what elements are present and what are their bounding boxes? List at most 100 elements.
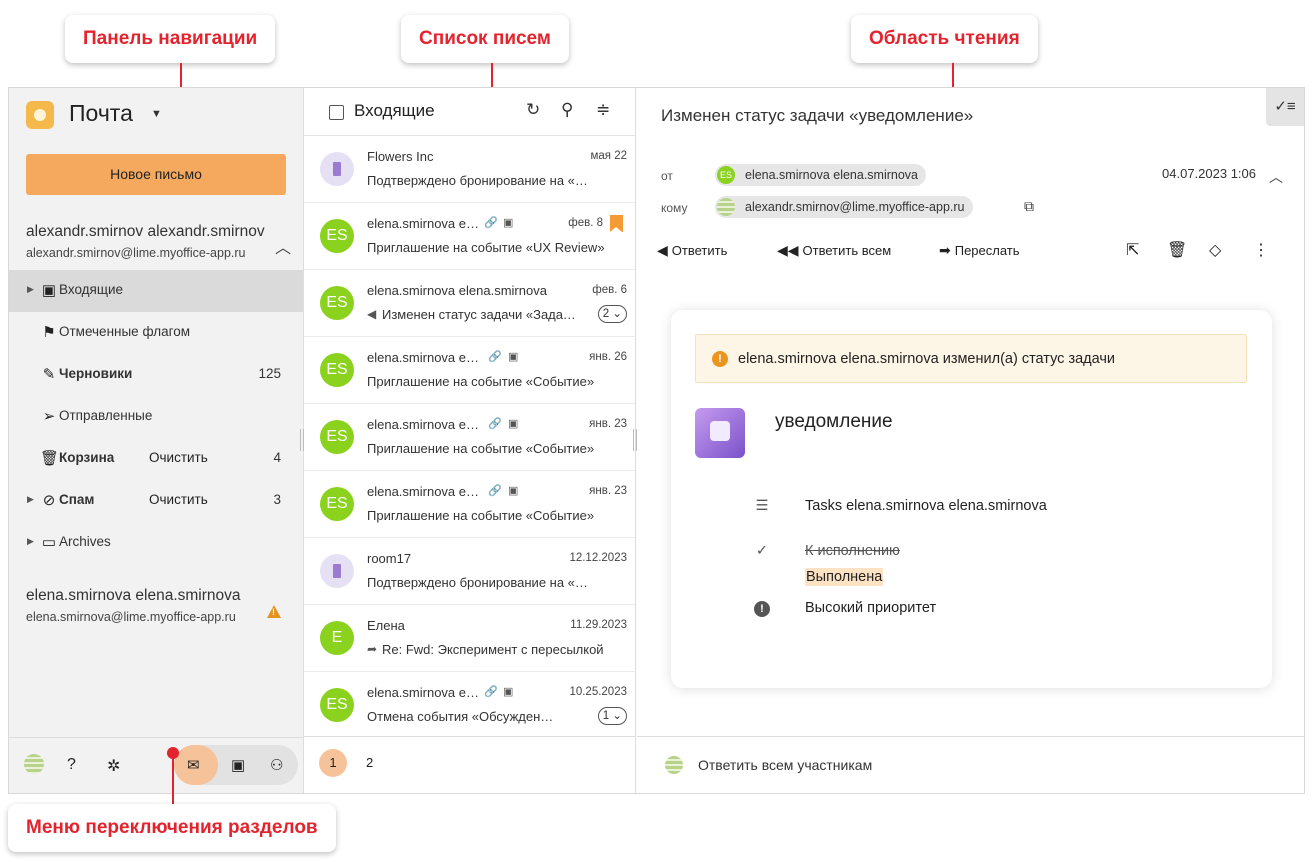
reply-icon: ◀ <box>657 242 668 258</box>
sender-avatar: ES <box>320 353 354 387</box>
to-label: кому <box>661 201 688 215</box>
list-header: Входящие ↻ ⚲ ≑ <box>304 88 635 136</box>
folder-count: 3 <box>273 492 281 507</box>
mail-item[interactable]: room17 12.12.2023 Подтверждено бронирова… <box>304 538 635 605</box>
mail-from: Flowers Inc <box>367 149 434 164</box>
list-title: Входящие <box>354 101 435 120</box>
caret-right-icon[interactable]: ▶ <box>27 284 34 295</box>
page-2-button[interactable]: 2 <box>366 755 373 770</box>
mail-item[interactable]: ES elena.smirnova elena.smirnova 🔗 ▣ янв… <box>304 337 635 404</box>
mail-date: мая 22 <box>590 150 627 162</box>
new-status: Выполнена <box>805 568 884 586</box>
folder-trash[interactable]: 🗑 Корзина Очистить 4 <box>9 438 303 480</box>
section-switcher-menu: ? ✲ ✉ ▣ ⚇ <box>9 737 303 793</box>
contacts-icon[interactable]: ⚇ <box>270 756 283 774</box>
folder-archives[interactable]: ▶ ▭ Archives <box>9 522 303 564</box>
account2-email: elena.smirnova@lime.myoffice-app.ru <box>26 610 236 624</box>
app-title[interactable]: Почта <box>69 100 133 127</box>
check-icon: ✓ <box>755 543 769 559</box>
filter-icon[interactable]: ≑ <box>596 100 610 120</box>
notice-author: elena.smirnova elena.smirnova <box>738 351 939 367</box>
search-icon[interactable]: ⚲ <box>561 100 573 120</box>
folder-inbox[interactable]: ▶ ▣ Входящие <box>9 270 303 312</box>
reply-icon: ◀ <box>367 307 377 321</box>
mail-item[interactable]: ES elena.smirnova elena.smirnova 🔗 ▣ 10.… <box>304 672 635 739</box>
mail-subject: Приглашение на событие «UX Review» <box>367 240 605 255</box>
folder-spam[interactable]: ▶ ⊘ Спам Очистить 3 <box>9 480 303 522</box>
folder-flagged[interactable]: ⚑ Отмеченные флагом <box>9 312 303 354</box>
reply-button[interactable]: ◀ Ответить <box>657 242 727 259</box>
reply-all-participants[interactable]: Ответить всем участникам <box>698 757 872 773</box>
mail-date: 11.29.2023 <box>570 619 627 631</box>
quick-reply-bar[interactable]: Ответить всем участникам <box>637 736 1304 793</box>
mail-item[interactable]: Flowers Inc мая 22 Подтверждено брониров… <box>304 136 635 203</box>
chevron-up-icon[interactable]: ︿ <box>1269 167 1283 187</box>
thread-count[interactable]: 1 ⌄ <box>597 707 627 725</box>
mail-subject: Отмена события «Обсуждение» <box>367 709 557 724</box>
mail-subject: Приглашение на событие «Событие» <box>367 508 595 523</box>
chevron-up-icon[interactable]: ︿ <box>275 234 291 258</box>
attachment-icon: 🔗 <box>488 418 502 430</box>
clear-spam-button[interactable]: Очистить <box>149 492 208 507</box>
task-title[interactable]: уведомление <box>775 411 893 433</box>
avatar[interactable] <box>24 754 44 774</box>
reply-all-button[interactable]: ◀◀ Ответить всем <box>777 242 891 259</box>
calendar-icon: ▣ <box>508 351 519 363</box>
mail-item[interactable]: ES elena.smirnova elena.smirnova 🔗 ▣ янв… <box>304 471 635 538</box>
new-mail-button[interactable]: Новое письмо <box>26 154 286 195</box>
mail-date: фев. 8 <box>568 217 603 229</box>
message-subject: Изменен статус задачи «уведомление» <box>661 106 974 125</box>
sender-chip[interactable]: ES elena.smirnova elena.smirnova <box>715 164 927 186</box>
mail-item[interactable]: ES elena.smirnova elena.smirnova 🔗 ▣ фев… <box>304 203 635 270</box>
folder-count: 4 <box>273 450 281 465</box>
mail-from: elena.smirnova elena.smirnova <box>367 484 479 499</box>
help-icon[interactable]: ? <box>67 756 76 774</box>
recipient-chip[interactable]: alexandr.smirnov@lime.myoffice-app.ru <box>715 196 973 218</box>
more-icon[interactable]: ⋮ <box>1253 240 1269 260</box>
mail-logo-icon <box>26 101 54 129</box>
reply-all-label: Ответить всем <box>802 243 892 258</box>
folder-sent[interactable]: ➢ Отправленные <box>9 396 303 438</box>
chevron-down-icon[interactable]: ▼ <box>151 108 162 120</box>
mail-section-button[interactable]: ✉ <box>174 745 218 785</box>
account-name[interactable]: alexandr.smirnov alexandr.smirnov <box>26 223 271 241</box>
recipient-email: alexandr.smirnov@lime.myoffice-app.ru <box>745 200 965 214</box>
open-external-icon[interactable]: ⇱ <box>1126 240 1139 260</box>
sender-avatar: ES <box>320 286 354 320</box>
trash-icon[interactable]: 🗑 <box>1167 240 1187 260</box>
pagination: 1 2 <box>304 736 635 793</box>
folder-label: Отправленные <box>59 408 153 423</box>
mail-item[interactable]: ES elena.smirnova elena.smirnova 🔗 ▣ янв… <box>304 404 635 471</box>
trash-icon: 🗑 <box>40 450 60 467</box>
select-all-checkbox[interactable] <box>329 105 344 120</box>
tag-icon[interactable]: ◇ <box>1209 240 1221 260</box>
task-card: ! elena.smirnova elena.smirnova изменил(… <box>671 310 1272 688</box>
reading-area: Изменен статус задачи «уведомление» ✓≡ о… <box>637 88 1304 793</box>
caret-right-icon[interactable]: ▶ <box>27 536 34 547</box>
folder-drafts[interactable]: ✎ Черновики 125 <box>9 354 303 396</box>
mail-from: elena.smirnova elena.smirnova <box>367 350 479 365</box>
notice-text: изменил(а) статус задачи <box>938 351 1116 367</box>
old-status: К исполнению <box>805 543 900 559</box>
settings-icon[interactable]: ✲ <box>107 756 120 776</box>
bookmark-icon[interactable] <box>610 215 623 232</box>
account2-name[interactable]: elena.smirnova elena.smirnova <box>26 587 241 605</box>
forward-button[interactable]: ➡ Переслать <box>939 242 1020 259</box>
mail-date: янв. 23 <box>589 418 627 430</box>
sender-avatar: ES <box>320 219 354 253</box>
copy-icon[interactable]: ⧉ <box>1024 198 1034 215</box>
calendar-icon[interactable]: ▣ <box>231 756 245 774</box>
calendar-icon: ▣ <box>508 418 519 430</box>
mail-item[interactable]: ES elena.smirnova elena.smirnova фев. 6 … <box>304 270 635 337</box>
thread-count-value: 1 <box>602 710 610 722</box>
folder-label: Входящие <box>59 282 124 297</box>
mail-item[interactable]: E Елена 11.29.2023 ➦ Re: Fwd: Эксперимен… <box>304 605 635 672</box>
refresh-icon[interactable]: ↻ <box>526 100 540 120</box>
clear-trash-button[interactable]: Очистить <box>149 450 208 465</box>
thread-count[interactable]: 2 ⌄ <box>597 305 627 323</box>
sender-avatar: ES <box>320 420 354 454</box>
tasks-panel-button[interactable]: ✓≡ <box>1266 88 1304 126</box>
page-1-button[interactable]: 1 <box>319 749 347 777</box>
caret-right-icon[interactable]: ▶ <box>27 494 34 505</box>
list-icon: ☰ <box>755 498 769 514</box>
